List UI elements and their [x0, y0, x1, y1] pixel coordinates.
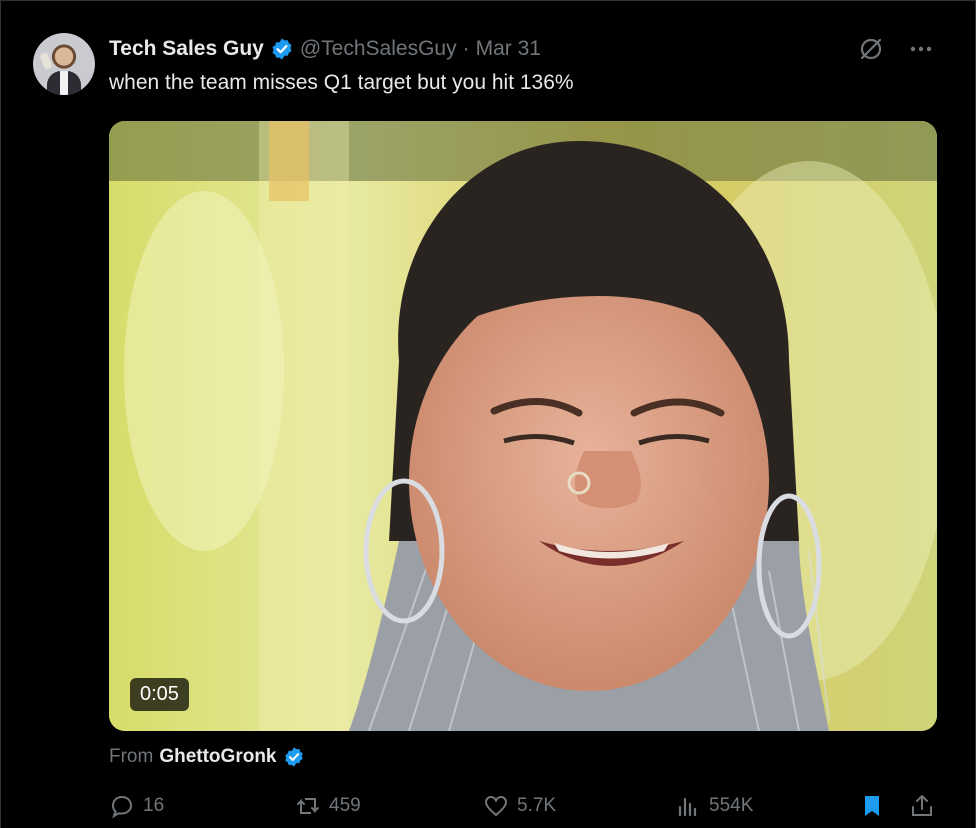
- share-icon: [912, 795, 932, 816]
- bookmark-icon: [865, 796, 879, 816]
- more-icon[interactable]: [907, 35, 935, 63]
- bookmark-button[interactable]: [859, 793, 885, 819]
- like-count: 5.7K: [517, 795, 557, 816]
- separator-dot: ·: [462, 37, 470, 60]
- tweet-card[interactable]: Tech Sales Guy @TechSalesGuy · Mar 31 wh…: [0, 0, 976, 828]
- display-name[interactable]: Tech Sales Guy: [109, 37, 264, 61]
- avatar[interactable]: [33, 33, 95, 95]
- media-source: From GhettoGronk: [109, 746, 305, 768]
- video-player[interactable]: 0:05: [109, 121, 937, 731]
- reply-icon: [111, 795, 133, 819]
- reply-count: 16: [143, 795, 165, 816]
- avatar-phone: [39, 52, 53, 70]
- user-handle[interactable]: @TechSalesGuy: [300, 37, 457, 61]
- source-prefix: From: [109, 746, 154, 767]
- tweet-date[interactable]: Mar 31: [476, 37, 541, 61]
- tweet-text: when the team misses Q1 target but you h…: [109, 71, 574, 94]
- repost-button[interactable]: 459: [295, 793, 361, 819]
- avatar-shirt: [60, 71, 68, 95]
- tweet-header: Tech Sales Guy @TechSalesGuy · Mar 31: [109, 35, 541, 63]
- repost-icon: [297, 798, 319, 814]
- like-icon: [484, 795, 508, 817]
- share-button[interactable]: [909, 793, 935, 819]
- views-button[interactable]: 554K: [675, 793, 753, 819]
- reply-button[interactable]: 16: [109, 793, 164, 819]
- like-button[interactable]: 5.7K: [483, 793, 556, 819]
- video-duration: 0:05: [130, 678, 189, 711]
- source-name[interactable]: GhettoGronk: [159, 746, 276, 768]
- video-frame: [109, 121, 937, 731]
- tweet-top-actions: [857, 35, 935, 63]
- views-count: 554K: [709, 795, 754, 816]
- grok-icon[interactable]: [857, 35, 885, 63]
- verified-badge-icon[interactable]: [270, 37, 294, 61]
- verified-badge-icon: [284, 747, 303, 767]
- views-icon: [678, 797, 697, 817]
- tweet-actions: 16 459 5.7K 554K: [109, 793, 937, 823]
- repost-count: 459: [329, 795, 361, 816]
